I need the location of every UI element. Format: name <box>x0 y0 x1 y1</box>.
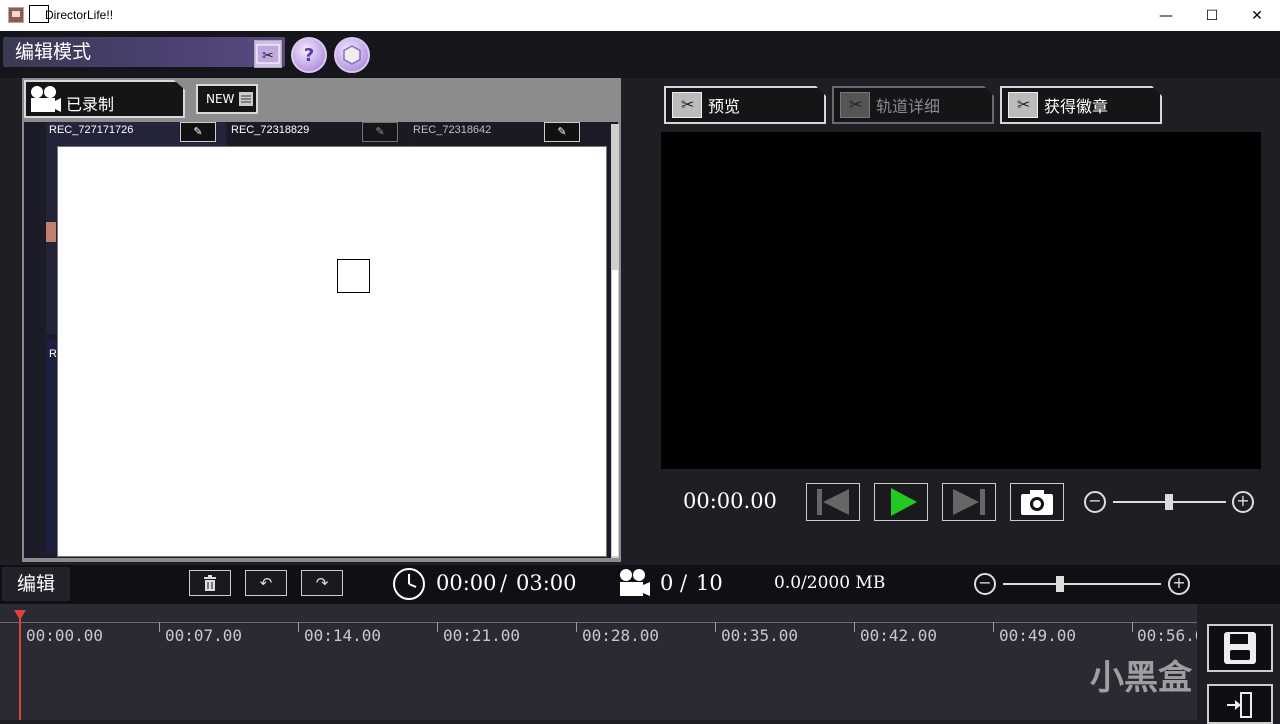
edit-label: 编辑 <box>2 567 70 601</box>
timeline-tick <box>854 622 855 632</box>
close-button[interactable]: ✕ <box>1234 0 1280 31</box>
film-edit-icon[interactable]: ✂ <box>254 40 282 68</box>
preview-zoom-out-icon[interactable]: − <box>1084 491 1106 513</box>
timeline-zoom-out-icon[interactable]: − <box>974 573 996 595</box>
preview-zoom-knob[interactable] <box>1165 494 1173 510</box>
exit-icon <box>1227 692 1252 718</box>
watermark-text: 小黑盒 <box>1090 658 1192 698</box>
save-icon <box>1224 632 1256 664</box>
timeline-tick-label: 00:56.0 <box>1137 626 1197 645</box>
svg-text:✂: ✂ <box>262 48 274 64</box>
play-button[interactable] <box>874 483 928 521</box>
timeline-tick-label: 00:42.00 <box>860 626 938 645</box>
document-icon <box>239 92 254 106</box>
screenshot-button[interactable] <box>1010 483 1064 521</box>
redo-button[interactable]: ↷ <box>301 570 343 596</box>
minimize-button[interactable]: — <box>1143 0 1189 31</box>
help-button[interactable]: ? <box>291 37 327 73</box>
time-total: 03:00 <box>516 571 577 595</box>
timeline-zoom-in-icon[interactable]: + <box>1168 573 1190 595</box>
trash-icon <box>204 575 216 591</box>
redo-icon: ↷ <box>315 574 329 592</box>
time-used: 00:00 <box>436 571 497 595</box>
timeline-tick-label: 00:07.00 <box>165 626 243 645</box>
save-button[interactable] <box>1207 624 1273 672</box>
clip-edit-button-3[interactable]: ✎ <box>544 122 580 142</box>
clip-scrollbar-thumb[interactable] <box>612 270 618 556</box>
tab-recorded-label: 已录制 <box>66 95 115 114</box>
timeline-tick <box>298 622 299 632</box>
timeline-tick <box>1132 622 1133 632</box>
timeline-tick <box>993 622 994 632</box>
tab-recorded[interactable]: 已录制 <box>24 80 185 118</box>
timeline-tick-label: 00:35.00 <box>721 626 799 645</box>
skip-forward-icon <box>953 489 985 515</box>
clip-edit-button-1[interactable]: ✎ <box>180 122 216 142</box>
window-titlebar: DirectorLife!! — ☐ ✕ <box>0 0 1280 31</box>
time-separator: / <box>500 571 508 595</box>
new-label: NEW <box>206 92 235 106</box>
camera-icon <box>31 86 61 112</box>
preview-zoom-in-icon[interactable]: + <box>1232 491 1254 513</box>
badge-hexagon-button[interactable] <box>334 37 370 73</box>
clip-name-1: REC_727171726 <box>49 124 134 136</box>
storage-usage: 0.0/2000 MB <box>774 573 886 593</box>
timeline-tick <box>715 622 716 632</box>
playhead-marker[interactable] <box>14 610 26 620</box>
timeline[interactable]: 00:00.00 00:07.00 00:14.00 00:21.00 00:2… <box>0 604 1197 720</box>
clip-name-3: REC_72318642 <box>413 124 492 136</box>
timeline-tick <box>576 622 577 632</box>
tracks-used: 0 <box>660 571 674 595</box>
timeline-tick <box>159 622 160 632</box>
tab-badges-label: 获得徽章 <box>1044 97 1109 116</box>
exit-button[interactable] <box>1207 684 1273 724</box>
film-scissors-icon <box>840 92 870 118</box>
skip-forward-button[interactable] <box>942 483 996 521</box>
camera-snapshot-icon <box>1021 490 1053 515</box>
timeline-tick-label: 00:14.00 <box>304 626 382 645</box>
clip-edit-button-2[interactable]: ✎ <box>362 122 398 142</box>
maximize-button[interactable]: ☐ <box>1189 0 1235 31</box>
mode-title: 编辑模式 <box>3 37 285 67</box>
clip-name-4-partial: R <box>49 348 57 360</box>
timeline-zoom-knob[interactable] <box>1056 576 1064 592</box>
play-icon <box>891 488 917 516</box>
thumb-accent <box>46 222 56 242</box>
timeline-tick-label: 00:00.00 <box>26 626 104 645</box>
hexagon-icon <box>343 45 361 65</box>
film-scissors-icon <box>672 92 702 118</box>
tab-preview[interactable]: 预览 <box>664 86 826 124</box>
tracks-total: 10 <box>696 571 723 595</box>
timeline-tick-label: 00:21.00 <box>443 626 521 645</box>
video-preview[interactable] <box>661 132 1261 469</box>
undo-button[interactable]: ↶ <box>245 570 287 596</box>
skip-back-button[interactable] <box>806 483 860 521</box>
clock-icon <box>393 568 425 600</box>
playhead[interactable] <box>19 612 21 720</box>
timeline-tick-label: 00:49.00 <box>999 626 1077 645</box>
timeline-tick <box>437 622 438 632</box>
film-scissors-icon <box>1008 92 1038 118</box>
timeline-tick-label: 00:28.00 <box>582 626 660 645</box>
clip-name-2: REC_72318829 <box>231 124 310 136</box>
skip-back-icon <box>817 489 849 515</box>
window-title: DirectorLife!! <box>45 8 114 22</box>
blank-popup-window <box>57 146 607 557</box>
popup-placeholder-box <box>337 259 370 293</box>
timeline-ruler <box>0 622 1197 623</box>
camera-icon <box>620 569 650 596</box>
tab-track-detail-label: 轨道详细 <box>876 97 941 116</box>
tab-preview-label: 预览 <box>708 97 741 116</box>
tab-badges[interactable]: 获得徽章 <box>1000 86 1162 124</box>
tracks-separator: / <box>680 571 688 595</box>
app-icon <box>8 7 24 23</box>
undo-icon: ↶ <box>259 574 273 592</box>
tab-track-detail[interactable]: 轨道详细 <box>832 86 994 124</box>
timeline-zoom-slider[interactable] <box>1003 583 1161 585</box>
preview-time: 00:00.00 <box>683 489 777 513</box>
delete-button[interactable] <box>189 570 231 596</box>
new-button[interactable]: NEW <box>196 84 258 114</box>
